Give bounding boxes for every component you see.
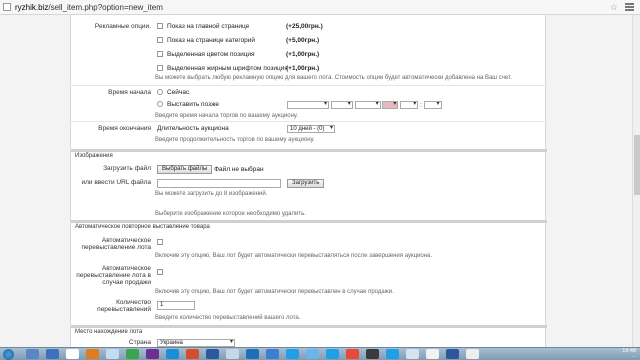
photos-icon[interactable] — [106, 349, 119, 359]
app-icon[interactable] — [166, 349, 179, 359]
duration-select[interactable]: 10 дней - (0) — [287, 125, 335, 133]
app-icon[interactable] — [466, 349, 479, 359]
ad-option-2[interactable]: Выделенная цветом позиция — [157, 51, 255, 58]
app-icon[interactable] — [226, 349, 239, 359]
end-time-hint: Введите продолжительность торгов по ваше… — [155, 137, 315, 143]
firefox-icon[interactable] — [86, 349, 99, 359]
start-time-label: Время начала — [108, 89, 151, 96]
ad-checkbox[interactable] — [157, 23, 163, 30]
start-hour-select[interactable] — [400, 101, 419, 109]
start-later-option[interactable]: Выставить позже — [157, 101, 219, 108]
chrome-icon[interactable] — [346, 349, 359, 359]
start-month-select[interactable] — [330, 101, 353, 109]
page-icon — [3, 3, 11, 11]
windows-taskbar: 19:48... — [0, 347, 640, 360]
app-icon[interactable] — [406, 349, 419, 359]
choose-files-button[interactable]: Выбрать файлы — [157, 165, 213, 174]
taskbar-clock[interactable]: 19:48... — [622, 348, 636, 359]
app-icon[interactable] — [366, 349, 379, 359]
relist-count-hint: Введите количество перевыставлений вашег… — [155, 315, 301, 321]
duration-label: Длительность аукциона — [157, 125, 229, 132]
ad-price-0: (+25,00грн.) — [286, 23, 323, 30]
ad-price-3: (+1,00грн.) — [286, 65, 320, 72]
url-field[interactable]: ryzhik.biz/sell_item.php?option=new_item — [15, 3, 163, 12]
ad-option-0[interactable]: Показ на главной странице — [157, 23, 249, 30]
ads-label: Рекламные опции. — [94, 23, 151, 30]
location-section-title: Место нахождение лота — [71, 325, 547, 335]
start-now-option[interactable]: Сейчас — [157, 89, 189, 96]
no-file-text: Файл не выбран — [214, 166, 264, 174]
relist-count-input[interactable]: 1 — [157, 301, 195, 310]
images-delete-hint: Выберите изображение которое необходимо … — [155, 211, 306, 217]
app-icon[interactable] — [266, 349, 279, 359]
page-scrollbar[interactable] — [632, 15, 640, 347]
end-time-label: Время окончания — [98, 125, 151, 132]
ad-option-1[interactable]: Показ на странице категорий — [157, 37, 255, 44]
app-icon[interactable] — [426, 349, 439, 359]
start-year-select[interactable] — [354, 101, 381, 109]
calendar-icon[interactable] — [382, 101, 399, 109]
excel-icon[interactable] — [126, 349, 139, 359]
ads-hint: Вы можете выбрать любую рекламную опцию … — [155, 75, 512, 81]
ad-price-2: (+1,00грн.) — [286, 51, 320, 58]
app-icon[interactable] — [306, 349, 319, 359]
app-icon[interactable] — [446, 349, 459, 359]
browser-address-bar: ryzhik.biz/sell_item.php?option=new_item… — [0, 0, 640, 15]
media-icon[interactable] — [66, 349, 79, 359]
sell-item-form: Рекламные опции. Показ на главной страни… — [70, 15, 547, 347]
start-button-icon[interactable] — [3, 349, 14, 360]
start-date-selects: : — [287, 101, 442, 109]
app-icon[interactable] — [206, 349, 219, 359]
start-day-select[interactable] — [287, 101, 329, 109]
ad-option-3[interactable]: Выделенная жирным шрифтом позиция — [157, 65, 288, 72]
ad-checkbox[interactable] — [157, 51, 163, 58]
radio-now[interactable] — [157, 89, 163, 96]
start-minute-select[interactable] — [423, 101, 442, 109]
skype-icon[interactable] — [326, 349, 339, 359]
onenote-icon[interactable] — [146, 349, 159, 359]
word-icon[interactable] — [46, 349, 59, 359]
relist-section-title: Автоматическое повторное выставление тов… — [71, 220, 547, 230]
relist-count-label: Количество перевыставлений — [97, 299, 151, 313]
scrollbar-thumb[interactable] — [634, 135, 640, 195]
upload-button[interactable]: Загрузить — [287, 179, 325, 188]
unsold-relist-label: Автоматическое перевыставление лота в сл… — [76, 265, 151, 286]
browser-menu-icon[interactable] — [625, 3, 634, 11]
country-select[interactable]: Украина — [157, 339, 235, 347]
image-url-input[interactable] — [157, 179, 281, 188]
skype-icon[interactable] — [286, 349, 299, 359]
app-icon[interactable] — [246, 349, 259, 359]
radio-later[interactable] — [157, 101, 163, 108]
country-label: Страна — [128, 339, 151, 346]
start-time-hint: Введите время начала торгов по вашему ау… — [155, 113, 298, 119]
auto-relist-checkbox[interactable] — [157, 239, 163, 245]
auto-relist-hint: Включив эту опцию, Ваш лот будет автомат… — [155, 253, 433, 259]
images-count-hint: Вы можете загрузить до 8 изображений. — [155, 191, 268, 197]
powerpoint-icon[interactable] — [186, 349, 199, 359]
images-section-title: Изображения — [71, 149, 547, 159]
auto-relist-label: Автоматическое перевыставление лота — [81, 237, 151, 251]
ad-checkbox[interactable] — [157, 65, 163, 72]
upload-file-label: Загрузить файл — [103, 165, 151, 172]
ad-checkbox[interactable] — [157, 37, 163, 44]
ad-price-1: (+5,00грн.) — [286, 37, 320, 44]
unsold-relist-hint: Включив эту опцию, Ваш лот будет автомат… — [155, 289, 394, 295]
explorer-icon[interactable] — [26, 349, 39, 359]
url-file-label: или ввести URL файла — [81, 179, 151, 186]
unsold-relist-checkbox[interactable] — [157, 269, 163, 275]
bookmark-star-icon[interactable]: ☆ — [610, 2, 618, 13]
skype-icon[interactable] — [386, 349, 399, 359]
